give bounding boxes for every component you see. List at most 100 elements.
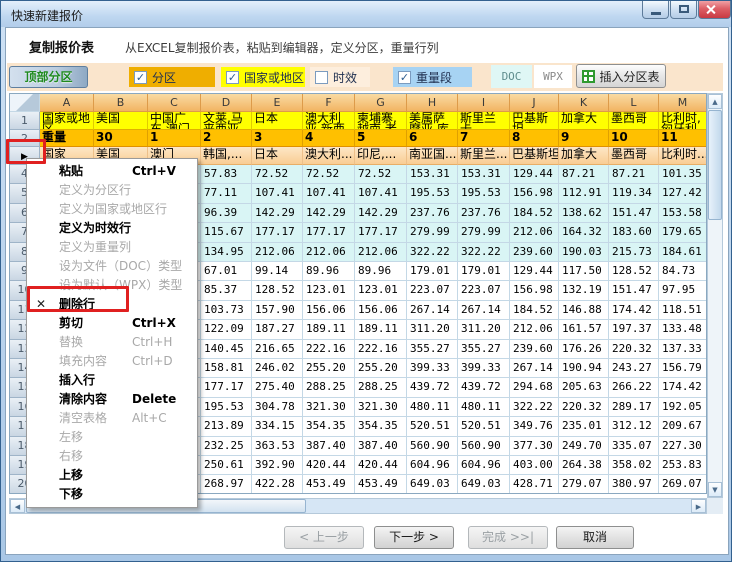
table-cell[interactable]: 美属萨摩亚,库克群岛: [407, 112, 458, 130]
table-cell[interactable]: 195.53: [201, 398, 252, 417]
table-cell[interactable]: 304.78: [252, 398, 303, 417]
table-cell[interactable]: 322.22: [458, 243, 510, 262]
table-cell[interactable]: 363.53: [252, 437, 303, 456]
table-cell[interactable]: 403.00: [510, 456, 559, 475]
table-cell[interactable]: 223.07: [407, 281, 458, 300]
table-cell[interactable]: 重量: [40, 130, 94, 147]
table-cell[interactable]: 107.41: [303, 184, 355, 203]
table-cell[interactable]: 174.42: [659, 378, 707, 397]
table-cell[interactable]: 289.17: [609, 398, 659, 417]
table-cell[interactable]: 266.22: [609, 378, 659, 397]
table-cell[interactable]: 453.49: [355, 475, 407, 494]
table-cell[interactable]: 127.42: [659, 184, 707, 203]
table-cell[interactable]: 269.07: [659, 475, 707, 494]
table-cell[interactable]: 南亚国...: [407, 147, 458, 165]
table-cell[interactable]: 255.20: [355, 359, 407, 378]
table-cell[interactable]: 239.60: [510, 340, 559, 359]
table-cell[interactable]: 215.73: [609, 243, 659, 262]
table-cell[interactable]: 268.97: [201, 475, 252, 494]
checkbox-icon[interactable]: ✓: [398, 71, 411, 84]
table-cell[interactable]: 比利时...: [659, 147, 707, 165]
table-cell[interactable]: 140.45: [201, 340, 252, 359]
table-cell[interactable]: 279.99: [458, 223, 510, 242]
table-cell[interactable]: 355.27: [458, 340, 510, 359]
table-cell[interactable]: 190.03: [559, 243, 609, 262]
table-cell[interactable]: 189.11: [355, 320, 407, 339]
table-cell[interactable]: 604.96: [458, 456, 510, 475]
checkbox-checked-0[interactable]: ✓分区: [129, 67, 215, 87]
table-cell[interactable]: 335.07: [609, 437, 659, 456]
wizard-button-3[interactable]: 取消: [556, 526, 634, 549]
table-cell[interactable]: 印尼,...: [355, 147, 407, 165]
table-cell[interactable]: 97.95: [659, 281, 707, 300]
table-cell[interactable]: 311.20: [407, 320, 458, 339]
table-cell[interactable]: 30: [94, 130, 148, 147]
table-cell[interactable]: 9: [559, 130, 609, 147]
table-cell[interactable]: 138.62: [559, 204, 609, 223]
table-cell[interactable]: 205.63: [559, 378, 609, 397]
table-cell[interactable]: 161.57: [559, 320, 609, 339]
table-cell[interactable]: 480.11: [407, 398, 458, 417]
table-cell[interactable]: 223.07: [458, 281, 510, 300]
table-cell[interactable]: 334.15: [252, 417, 303, 436]
table-cell[interactable]: 129.44: [510, 165, 559, 184]
table-cell[interactable]: 179.65: [659, 223, 707, 242]
table-cell[interactable]: 142.29: [355, 204, 407, 223]
menu-item-14[interactable]: 左移: [27, 428, 197, 447]
table-cell[interactable]: 柬埔寨,越南,老挝: [355, 112, 407, 130]
table-cell[interactable]: 288.25: [303, 378, 355, 397]
column-header-C[interactable]: C: [148, 94, 201, 112]
top-partition-button[interactable]: 顶部分区: [9, 66, 88, 88]
table-cell[interactable]: 101.35: [659, 165, 707, 184]
menu-item-10[interactable]: 填充内容Ctrl+D: [27, 352, 197, 371]
table-cell[interactable]: 澳大利...: [303, 147, 355, 165]
table-cell[interactable]: 354.35: [303, 417, 355, 436]
table-cell[interactable]: 1: [148, 130, 201, 147]
table-cell[interactable]: 5: [355, 130, 407, 147]
menu-item-3[interactable]: 定义为时效行: [27, 219, 197, 238]
table-cell[interactable]: 420.44: [355, 456, 407, 475]
table-cell[interactable]: 387.40: [355, 437, 407, 456]
table-cell[interactable]: 439.72: [407, 378, 458, 397]
table-cell[interactable]: 156.98: [510, 184, 559, 203]
scroll-right-icon[interactable]: ▶: [691, 499, 706, 513]
table-cell[interactable]: 67.01: [201, 262, 252, 281]
table-cell[interactable]: 288.25: [355, 378, 407, 397]
table-cell[interactable]: 153.58: [659, 204, 707, 223]
scroll-down-icon[interactable]: ▼: [708, 482, 722, 497]
table-cell[interactable]: 72.52: [355, 165, 407, 184]
table-cell[interactable]: 112.91: [559, 184, 609, 203]
table-cell[interactable]: 美国: [94, 112, 148, 130]
table-cell[interactable]: 279.07: [559, 475, 609, 494]
table-cell[interactable]: 151.47: [609, 281, 659, 300]
table-cell[interactable]: 649.03: [407, 475, 458, 494]
checkbox-icon[interactable]: [315, 71, 328, 84]
menu-item-9[interactable]: 替换Ctrl+H: [27, 333, 197, 352]
insert-partition-table-button[interactable]: 插入分区表: [576, 64, 666, 88]
table-cell[interactable]: 129.44: [510, 262, 559, 281]
table-cell[interactable]: 192.05: [659, 398, 707, 417]
column-header-I[interactable]: I: [458, 94, 510, 112]
table-cell[interactable]: 115.67: [201, 223, 252, 242]
wizard-button-0[interactable]: < 上一步: [284, 526, 364, 549]
table-cell[interactable]: 649.03: [458, 475, 510, 494]
table-cell[interactable]: 2: [201, 130, 252, 147]
column-header-M[interactable]: M: [659, 94, 707, 112]
table-cell[interactable]: 354.35: [355, 417, 407, 436]
column-header-L[interactable]: L: [609, 94, 659, 112]
table-cell[interactable]: 275.40: [252, 378, 303, 397]
table-cell[interactable]: 237.76: [407, 204, 458, 223]
table-cell[interactable]: 133.48: [659, 320, 707, 339]
table-cell[interactable]: 267.14: [407, 301, 458, 320]
table-cell[interactable]: 253.83: [659, 456, 707, 475]
column-header-F[interactable]: F: [303, 94, 355, 112]
table-cell[interactable]: 89.96: [355, 262, 407, 281]
table-cell[interactable]: 57.83: [201, 165, 252, 184]
wpx-type-tag[interactable]: WPX: [534, 65, 572, 88]
menu-item-2[interactable]: 定义为国家或地区行: [27, 200, 197, 219]
table-cell[interactable]: 123.01: [303, 281, 355, 300]
table-cell[interactable]: 187.27: [252, 320, 303, 339]
table-cell[interactable]: 韩国,...: [201, 147, 252, 165]
wizard-button-2[interactable]: 完成 >>|: [468, 526, 548, 549]
table-cell[interactable]: 142.29: [303, 204, 355, 223]
